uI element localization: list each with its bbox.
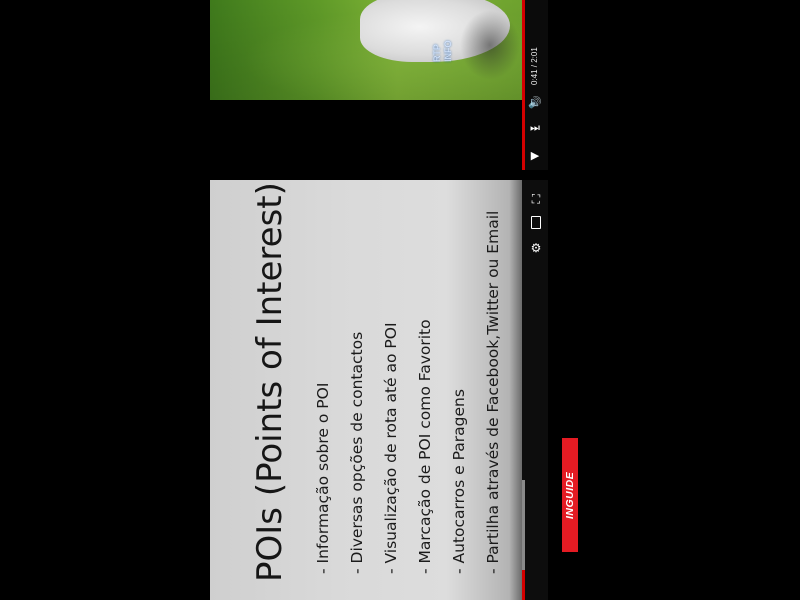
video-frame-top[interactable]: RTP INFO — [210, 0, 522, 100]
slide-bullet-item: - Autocarros e Paragens — [450, 389, 468, 574]
slide-content: POIs (Points of Interest) - Informação s… — [210, 180, 525, 600]
slide-bullet-item: - Visualização de rota até ao POI — [382, 322, 400, 574]
video-time-display: 0:41 / 2:01 — [530, 47, 539, 85]
channel-logo-overlay: RTP INFO — [432, 40, 453, 63]
progress-bar-bottom[interactable] — [522, 570, 525, 600]
slide-title: POIs (Points of Interest) — [250, 182, 290, 582]
slide-bullet-item: - Partilha através de Facebook,Twitter o… — [484, 210, 502, 574]
volume-icon[interactable]: 🔊 — [528, 96, 542, 110]
theater-mode-icon[interactable] — [528, 216, 544, 232]
video-shadow — [460, 10, 520, 80]
channel-tag-label: INGUIDE — [564, 471, 576, 519]
slide-bullet-item: - Diversas opções de contactos — [348, 331, 366, 574]
slide-bullet-item: - Marcação de POI como Favorito — [416, 319, 434, 574]
fullscreen-icon[interactable]: ⛶ — [528, 191, 544, 207]
player-controls-bottom: ⛶ ⚙ — [522, 180, 548, 600]
play-icon[interactable]: ▶ — [528, 149, 542, 163]
video-frame-slide[interactable]: POIs (Points of Interest) - Informação s… — [210, 180, 525, 600]
slide-bullet-list: - Informação sobre o POI - Diversas opçõ… — [306, 180, 510, 574]
player-controls-top: 0:41 / 2:01 🔊 ⏭ ▶ — [522, 0, 548, 170]
buffer-bar-bottom — [522, 480, 525, 570]
next-icon[interactable]: ⏭ — [528, 121, 542, 135]
slide-bullet-item: - Informação sobre o POI — [314, 382, 332, 574]
channel-tag[interactable]: INGUIDE — [562, 438, 578, 552]
progress-bar-top[interactable] — [522, 0, 525, 170]
settings-icon[interactable]: ⚙ — [528, 240, 544, 256]
